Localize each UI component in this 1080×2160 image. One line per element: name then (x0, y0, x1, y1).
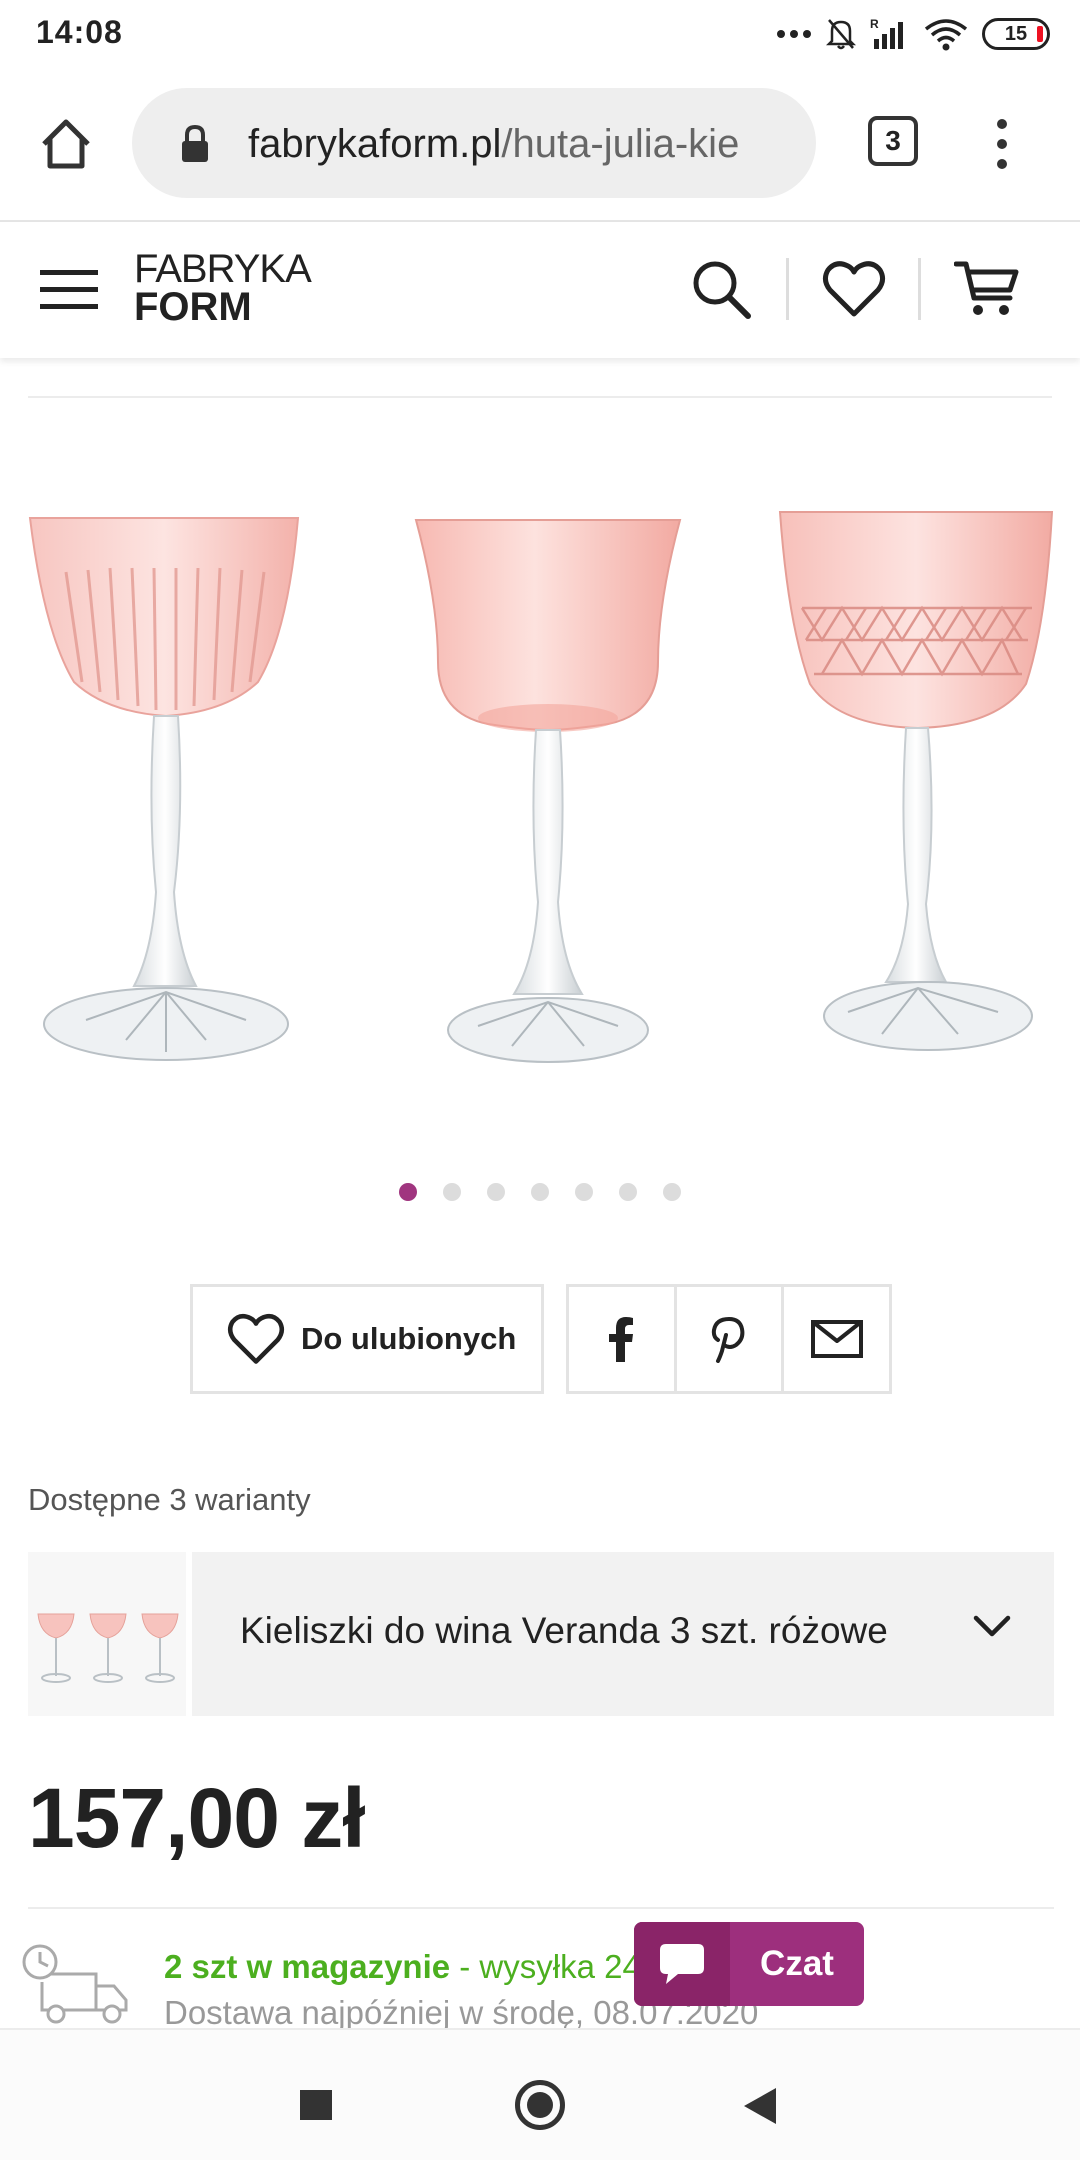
gallery-dot[interactable] (487, 1183, 505, 1201)
product-gallery[interactable] (0, 420, 1080, 1200)
gallery-dot[interactable] (531, 1183, 549, 1201)
product-price: 157,00 zł (28, 1771, 366, 1865)
product-image-glass-plain (414, 519, 682, 1063)
divider (28, 396, 1052, 398)
battery-icon: 15 (982, 18, 1050, 50)
browser-toolbar: fabrykaform.pl/huta-julia-kie 3 (0, 66, 1080, 222)
url-bar[interactable]: fabrykaform.pl/huta-julia-kie (132, 88, 816, 198)
product-image-glass-fluted (28, 517, 300, 1061)
header-divider (918, 258, 921, 320)
share-facebook-button[interactable] (569, 1287, 677, 1391)
heart-icon[interactable] (822, 258, 886, 320)
variant-dropdown[interactable]: Kieliszki do wina Veranda 3 szt. różowe (28, 1552, 1054, 1716)
stock-shipping: - wysyłka 24 (450, 1948, 641, 1985)
heart-icon (227, 1313, 285, 1364)
mail-icon (810, 1320, 863, 1358)
gallery-dot[interactable] (619, 1183, 637, 1201)
battery-level: 15 (1004, 22, 1028, 45)
variant-thumbnail (28, 1552, 192, 1716)
status-bar: 14:08 R 15 (0, 0, 1080, 66)
logo-line1: FABRYKA (134, 247, 312, 291)
gallery-dot[interactable] (443, 1183, 461, 1201)
bell-off-icon (826, 19, 856, 50)
tab-count: 3 (885, 125, 901, 156)
lock-icon (182, 124, 208, 162)
gallery-pagination (399, 1183, 681, 1201)
add-to-favorites-button[interactable]: Do ulubionych (190, 1284, 544, 1394)
product-image-glass-diamond (778, 511, 1054, 1051)
variant-selected-name: Kieliszki do wina Veranda 3 szt. różowe (240, 1610, 888, 1651)
logo-line2: FORM (134, 285, 252, 329)
chat-label: Czat (760, 1944, 834, 1983)
site-logo[interactable]: FABRYKA FORM (134, 247, 312, 329)
share-mail-button[interactable] (784, 1287, 889, 1391)
home-icon[interactable] (36, 114, 96, 174)
tab-switcher-button[interactable]: 3 (868, 116, 918, 166)
status-icons: R 15 (776, 14, 1050, 54)
chat-button[interactable]: Czat (634, 1922, 864, 2006)
recent-apps-button[interactable] (300, 2090, 332, 2120)
url-path: /huta-julia-kie (501, 122, 740, 166)
cart-icon[interactable] (954, 258, 1020, 320)
pinterest-icon (711, 1316, 745, 1363)
search-icon[interactable] (690, 258, 752, 320)
gallery-dot[interactable] (663, 1183, 681, 1201)
back-button[interactable] (744, 2088, 776, 2124)
wifi-icon (924, 19, 968, 51)
header-divider (786, 258, 789, 320)
url-host: fabrykaform.pl (248, 122, 502, 166)
site-header: FABRYKA FORM (0, 222, 1080, 358)
status-time: 14:08 (36, 14, 123, 50)
chevron-down-icon (973, 1615, 1011, 1637)
home-button[interactable] (515, 2080, 565, 2130)
stock-status: 2 szt w magazynie - wysyłka 24 (164, 1948, 641, 1986)
more-dots-icon (777, 30, 811, 38)
stock-quantity: 2 szt w magazynie (164, 1948, 451, 1985)
overflow-menu-icon[interactable] (992, 114, 1012, 174)
gallery-dot[interactable] (399, 1183, 417, 1201)
url-text: fabrykaform.pl/huta-julia-kie (248, 122, 804, 167)
hamburger-menu-icon[interactable] (40, 268, 98, 312)
gallery-dot[interactable] (575, 1183, 593, 1201)
system-navigation-bar (0, 2028, 1080, 2160)
delivery-truck-icon (22, 1944, 128, 2024)
share-buttons (566, 1284, 892, 1394)
chat-icon-wrap (634, 1922, 730, 2006)
variant-thumbnail-image (37, 1613, 179, 1683)
svg-text:R: R (870, 17, 879, 31)
favorites-label: Do ulubionych (301, 1321, 517, 1356)
signal-roaming-icon: R (870, 17, 903, 49)
divider (28, 1907, 1054, 1909)
facebook-icon (609, 1317, 634, 1362)
variants-label: Dostępne 3 warianty (28, 1482, 311, 1517)
chat-bubble-icon (660, 1944, 704, 1984)
share-pinterest-button[interactable] (677, 1287, 785, 1391)
